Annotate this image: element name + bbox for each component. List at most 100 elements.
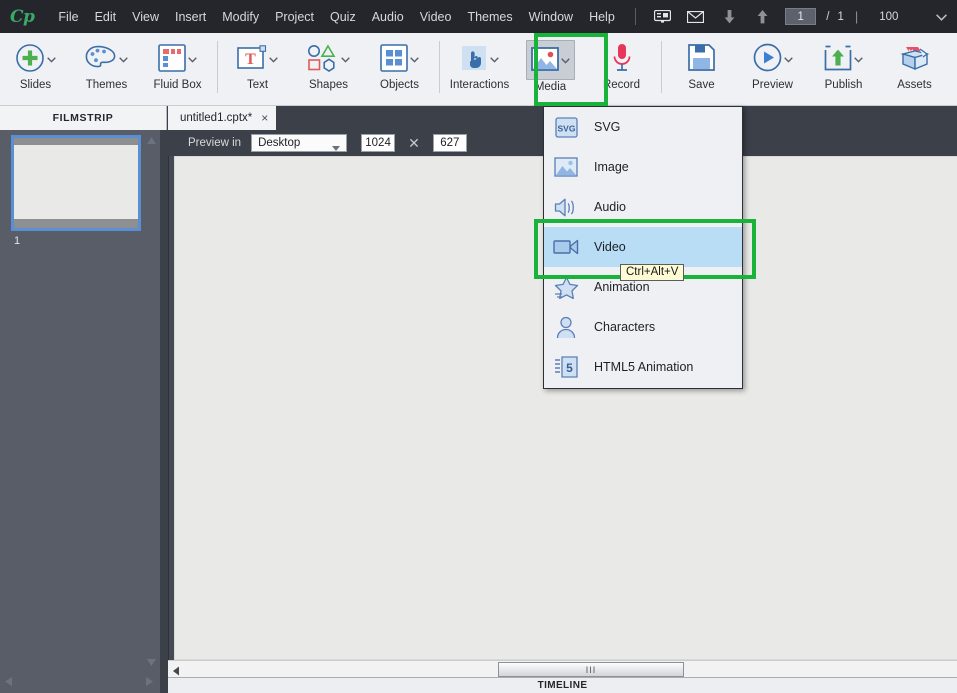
chevron-down-icon[interactable] xyxy=(490,52,499,66)
shapes-iconrow xyxy=(307,40,350,78)
filmstrip-scroll-down-icon[interactable] xyxy=(146,656,157,666)
preview-iconrow xyxy=(753,40,793,78)
arrow-down-icon[interactable] xyxy=(719,7,738,27)
panel-tab-strip: FILMSTRIP untitled1.cptx* × xyxy=(0,106,957,130)
tab-document[interactable]: untitled1.cptx* × xyxy=(168,106,277,130)
toolbar-button-themes[interactable]: Themes xyxy=(71,33,142,104)
menu-option-html5-animation[interactable]: 5 HTML5 Animation xyxy=(544,347,742,387)
zoom-level-input[interactable]: 100 xyxy=(879,11,918,23)
svg-text:5: 5 xyxy=(566,361,573,375)
toolbar-button-objects[interactable]: Objects xyxy=(364,33,435,104)
filmstrip-panel: 1 xyxy=(0,130,160,693)
close-icon[interactable]: × xyxy=(261,112,268,124)
toolbar-button-preview[interactable]: Preview xyxy=(737,33,808,104)
chevron-down-icon[interactable] xyxy=(341,52,350,66)
menu-option-audio[interactable]: Audio xyxy=(544,187,742,227)
toolbar-button-slides[interactable]: Slides xyxy=(0,33,71,104)
menu-option-label-svg: SVG xyxy=(594,120,621,134)
stage-horizontal-scrollbar[interactable]: III xyxy=(168,660,957,678)
menu-option-characters[interactable]: Characters xyxy=(544,307,742,347)
chevron-down-icon[interactable] xyxy=(410,52,419,66)
stage-width-input[interactable]: 1024 xyxy=(361,134,396,152)
timeline-panel-header[interactable]: TIMELINE xyxy=(168,678,957,693)
current-slide-input[interactable]: 1 xyxy=(785,8,817,25)
total-slides-label: 1 xyxy=(837,10,844,23)
text-box-icon: T xyxy=(237,44,267,74)
menu-option-label-animation: Animation xyxy=(594,280,650,294)
menu-item-view[interactable]: View xyxy=(124,5,167,29)
scrollbar-thumb[interactable]: III xyxy=(498,662,684,677)
toolbar-button-assets[interactable]: Assets xyxy=(879,33,950,104)
themes-iconrow xyxy=(85,40,128,78)
toolbar-button-save[interactable]: Save xyxy=(666,33,737,104)
chevron-down-icon[interactable] xyxy=(783,52,793,66)
fluidbox-iconrow xyxy=(158,40,197,78)
chevron-down-icon[interactable] xyxy=(269,52,278,66)
toolbar-button-media[interactable]: Media xyxy=(515,33,586,104)
menu-option-label-audio: Audio xyxy=(594,200,626,214)
filmstrip-scroll-left-icon[interactable] xyxy=(4,676,13,687)
media-image-icon xyxy=(531,46,559,74)
menu-item-help[interactable]: Help xyxy=(581,5,623,29)
menu-item-insert[interactable]: Insert xyxy=(167,5,214,29)
chevron-down-icon[interactable] xyxy=(119,52,128,66)
menu-option-image[interactable]: Image xyxy=(544,147,742,187)
slide-separator: / xyxy=(826,10,830,23)
html5-icon: 5 xyxy=(552,355,580,379)
stage-height-input[interactable]: 627 xyxy=(432,134,467,152)
ribbon-toolbar: Slides Themes Fluid Box T Text Shapes Ob… xyxy=(0,33,957,106)
menu-item-video[interactable]: Video xyxy=(412,5,460,29)
dimension-separator: ✕ xyxy=(408,135,420,151)
palette-icon xyxy=(85,45,117,74)
chevron-down-icon[interactable] xyxy=(47,52,56,66)
timeline-label: TIMELINE xyxy=(537,680,588,691)
app-logo: Cp xyxy=(10,6,35,27)
play-circle-icon xyxy=(753,43,782,75)
toolbar-button-text[interactable]: T Text xyxy=(222,33,293,104)
preview-in-label: Preview in xyxy=(188,137,242,149)
device-select[interactable]: Desktop xyxy=(251,134,348,152)
chevron-down-icon[interactable] xyxy=(561,53,570,67)
toolbar-label-record: Record xyxy=(602,79,641,91)
toolbar-label-assets: Assets xyxy=(897,79,932,91)
slide-thumbnail-1[interactable] xyxy=(11,135,141,231)
menu-item-audio[interactable]: Audio xyxy=(364,5,412,29)
menu-item-quiz[interactable]: Quiz xyxy=(322,5,364,29)
mail-icon[interactable] xyxy=(686,7,705,27)
person-icon xyxy=(552,315,580,339)
filmstrip-scroll-up-icon[interactable] xyxy=(146,134,157,144)
menu-item-window[interactable]: Window xyxy=(521,5,581,29)
menu-option-svg[interactable]: SVG SVG xyxy=(544,107,742,147)
toolbar-button-shapes[interactable]: Shapes xyxy=(293,33,364,104)
toolbar-button-record[interactable]: Record xyxy=(586,33,657,104)
tab-filmstrip[interactable]: FILMSTRIP xyxy=(0,106,167,130)
speaker-icon xyxy=(552,195,580,219)
shortcut-tooltip: Ctrl+Alt+V xyxy=(620,264,685,281)
filmstrip-scroll-right-icon[interactable] xyxy=(145,676,154,687)
toolbar-label-fluid-box: Fluid Box xyxy=(153,79,202,91)
presentation-icon[interactable] xyxy=(653,7,672,27)
menu-item-file[interactable]: File xyxy=(50,5,86,29)
panel-divider[interactable] xyxy=(160,130,168,693)
toolbar-label-save: Save xyxy=(688,79,715,91)
svg-text:T: T xyxy=(245,51,256,68)
toolbar-divider-2 xyxy=(439,41,440,93)
menu-item-themes[interactable]: Themes xyxy=(459,5,520,29)
menu-option-label-characters: Characters xyxy=(594,320,656,334)
hand-pointer-icon xyxy=(460,44,488,75)
chevron-down-icon[interactable] xyxy=(854,52,863,66)
arrow-up-icon[interactable] xyxy=(753,7,772,27)
menu-item-edit[interactable]: Edit xyxy=(87,5,125,29)
toolbar-button-interactions[interactable]: Interactions xyxy=(444,33,515,104)
toolbar-button-publish[interactable]: Publish xyxy=(808,33,879,104)
zoom-chevron-down-icon[interactable] xyxy=(936,10,947,24)
toolbar-label-media: Media xyxy=(534,81,567,93)
menu-item-modify[interactable]: Modify xyxy=(214,5,267,29)
chevron-down-icon[interactable] xyxy=(188,52,197,66)
toolbar-button-fluid-box[interactable]: Fluid Box xyxy=(142,33,213,104)
scroll-left-icon[interactable] xyxy=(172,665,180,679)
menu-option-video[interactable]: Video xyxy=(544,227,742,267)
menu-item-project[interactable]: Project xyxy=(267,5,322,29)
slide-thumbnail-content xyxy=(14,145,138,219)
toolbar-label-slides: Slides xyxy=(19,79,52,91)
